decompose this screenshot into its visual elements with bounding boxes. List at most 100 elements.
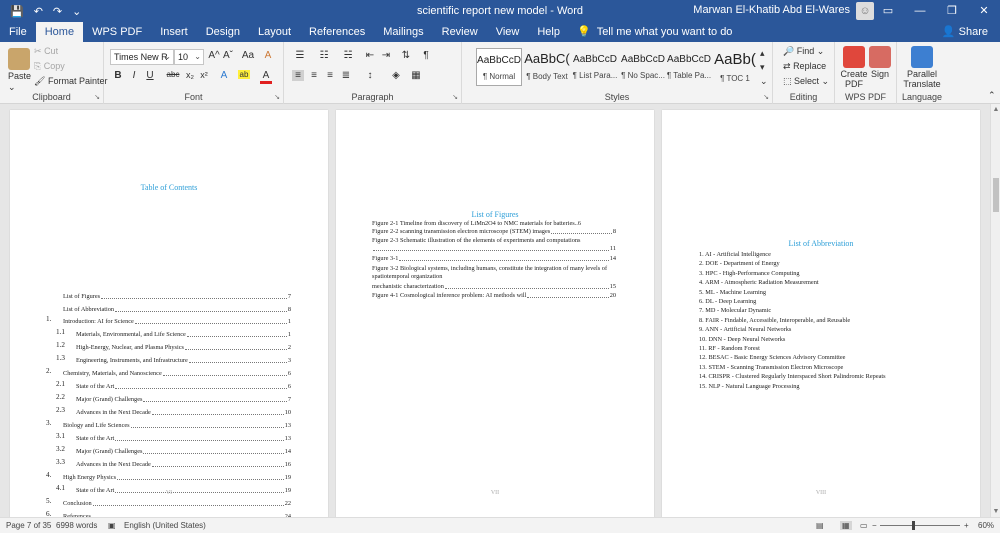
cut-button[interactable]: ✂ Cut: [34, 46, 58, 57]
toc-entry[interactable]: Biology and Life Sciences 13: [63, 422, 291, 430]
align-right-icon[interactable]: ≡: [324, 70, 336, 81]
lof-line[interactable]: Figure 2-1 Timeline from discovery of Li…: [372, 220, 616, 228]
italic-button[interactable]: I: [128, 70, 140, 81]
tab-file[interactable]: File: [0, 22, 36, 42]
toc-entry[interactable]: Advances in the Next Decade 10: [76, 409, 291, 417]
tab-review[interactable]: Review: [433, 22, 487, 42]
zoom-level[interactable]: 60%: [978, 521, 994, 530]
tab-design[interactable]: Design: [197, 22, 249, 42]
ribbon-display-options-icon[interactable]: ▭: [872, 0, 904, 22]
styles-scroll-down-icon[interactable]: ▾: [760, 62, 765, 73]
paste-icon[interactable]: [8, 48, 30, 70]
format-painter-button[interactable]: 🖌 Format Painter: [34, 76, 107, 87]
save-icon[interactable]: 💾: [10, 5, 24, 18]
lof-line[interactable]: Figure 2-2 scanning transmission electro…: [372, 228, 616, 236]
decrease-indent-icon[interactable]: ⇤: [364, 50, 376, 61]
read-mode-icon[interactable]: ▤: [816, 521, 824, 530]
tab-help[interactable]: Help: [528, 22, 569, 42]
close-icon[interactable]: ✕: [968, 0, 1000, 22]
page-list-of-abbreviation[interactable]: List of Abbreviation 1. AI - Artificial …: [662, 110, 980, 517]
styles-more-icon[interactable]: ⌄: [760, 76, 768, 87]
toc-entry[interactable]: Major (Grand) Challenges 7: [76, 396, 291, 404]
collapse-ribbon-icon[interactable]: ⌃: [988, 90, 996, 101]
abbreviation-item[interactable]: 10. DNN - Deep Neural Networks: [699, 335, 785, 344]
tab-insert[interactable]: Insert: [151, 22, 197, 42]
text-effects-button[interactable]: A: [218, 70, 230, 81]
customize-qat-icon[interactable]: ⌄: [72, 5, 81, 18]
toc-entry[interactable]: Chemistry, Materials, and Nanoscience 6: [63, 370, 291, 378]
bullets-icon[interactable]: ☰: [290, 50, 310, 61]
style-body-text[interactable]: AaBbC( ¶ Body Text: [524, 48, 570, 86]
styles-scroll-up-icon[interactable]: ▴: [760, 48, 765, 59]
style-toc-1[interactable]: AaBb( ¶ TOC 1: [712, 48, 758, 86]
tab-wps-pdf[interactable]: WPS PDF: [83, 22, 151, 42]
style-no-spacing[interactable]: AaBbCcD ¶ No Spac...: [620, 48, 666, 86]
document-area[interactable]: Table of Contents List of Figures 7 List o…: [0, 104, 990, 517]
clipboard-launcher-icon[interactable]: ↘: [94, 93, 100, 101]
lof-line[interactable]: Figure 2-3 Schematic illustration of the…: [372, 237, 616, 245]
change-case-button[interactable]: Aa: [240, 50, 256, 61]
parallel-translate-button[interactable]: Parallel Translate: [899, 69, 945, 89]
zoom-out-button[interactable]: −: [872, 521, 877, 530]
abbreviation-item[interactable]: 8. FAIR - Findable, Accessible, Interope…: [699, 316, 850, 325]
scroll-thumb[interactable]: [993, 178, 999, 212]
numbering-icon[interactable]: ☷: [314, 50, 334, 61]
shrink-font-button[interactable]: Aˇ: [222, 50, 234, 61]
sign-icon[interactable]: [869, 46, 891, 68]
increase-indent-icon[interactable]: ⇥: [380, 50, 392, 61]
highlight-button[interactable]: ab: [238, 70, 250, 79]
lof-line[interactable]: Figure 4-1 Cosmological inference proble…: [372, 292, 616, 300]
font-name-combo[interactable]: Times New R ⌄: [110, 49, 174, 65]
toc-entry[interactable]: Materials, Environmental, and Life Scien…: [76, 331, 291, 339]
vertical-scrollbar[interactable]: ▲ ▼: [990, 104, 1000, 517]
grow-font-button[interactable]: A^: [208, 50, 220, 61]
scroll-up-icon[interactable]: ▲: [991, 106, 1000, 113]
tab-mailings[interactable]: Mailings: [374, 22, 432, 42]
sign-button[interactable]: Sign: [871, 69, 889, 79]
translate-icon[interactable]: [911, 46, 933, 68]
abbreviation-item[interactable]: 15. NLP - Natural Language Processing: [699, 382, 800, 391]
toc-entry[interactable]: Conclusion 22: [63, 500, 291, 508]
lof-line[interactable]: Figure 3-2 Biological systems, including…: [372, 265, 616, 281]
page-toc[interactable]: Table of Contents List of Figures 7 List o…: [10, 110, 328, 517]
find-button[interactable]: 🔎 Find ⌄: [783, 46, 824, 57]
align-left-icon[interactable]: ≡: [292, 70, 304, 81]
abbreviation-item[interactable]: 14. CRISPR - Clustered Regularly Intersp…: [699, 372, 886, 381]
page-count[interactable]: Page 7 of 35: [6, 521, 51, 530]
user-name[interactable]: Marwan El-Khatib Abd El-Wares: [693, 4, 850, 16]
underline-button[interactable]: U: [144, 70, 156, 81]
replace-button[interactable]: ⇄ Replace: [783, 61, 826, 72]
abbreviation-item[interactable]: 4. ARM - Atmospheric Radiation Measureme…: [699, 278, 819, 287]
abbreviation-item[interactable]: 5. ML - Machine Learning: [699, 288, 766, 297]
multilevel-list-icon[interactable]: ☵: [338, 50, 358, 61]
sort-icon[interactable]: ⇅: [400, 50, 412, 61]
toc-entry[interactable]: List of Abbreviation 8: [63, 306, 291, 314]
web-layout-icon[interactable]: ▭: [860, 521, 868, 530]
lof-line[interactable]: Figure 3-1 14: [372, 255, 616, 263]
toc-entry[interactable]: High-Energy, Nuclear, and Plasma Physics…: [76, 344, 291, 352]
share-button[interactable]: 👤 Share: [942, 22, 988, 42]
select-button[interactable]: ⬚ Select ⌄: [783, 76, 829, 87]
align-center-icon[interactable]: ≡: [308, 70, 320, 81]
paragraph-launcher-icon[interactable]: ↘: [452, 93, 458, 101]
tab-layout[interactable]: Layout: [249, 22, 300, 42]
create-pdf-button[interactable]: Create PDF: [839, 69, 869, 89]
abbreviation-item[interactable]: 6. DL - Deep Learning: [699, 297, 756, 306]
toc-entry[interactable]: Engineering, Instruments, and Infrastruc…: [76, 357, 291, 365]
font-size-combo[interactable]: 10 ⌄: [174, 49, 204, 65]
abbreviation-item[interactable]: 7. MD - Molecular Dynamic: [699, 306, 771, 315]
minimize-icon[interactable]: —: [904, 0, 936, 22]
toc-entry[interactable]: State of the Art 6: [76, 383, 291, 391]
toc-entry[interactable]: Advances in the Next Decade 16: [76, 461, 291, 469]
tab-references[interactable]: References: [300, 22, 374, 42]
tab-home[interactable]: Home: [35, 22, 84, 42]
line-spacing-icon[interactable]: ↕: [364, 70, 376, 81]
tab-view[interactable]: View: [487, 22, 529, 42]
language-status[interactable]: English (United States): [124, 521, 206, 530]
shading-icon[interactable]: ◈: [390, 70, 402, 81]
clear-formatting-button[interactable]: A: [262, 50, 274, 61]
strikethrough-button[interactable]: abc: [164, 70, 182, 79]
abbreviation-item[interactable]: 9. ANN - Artificial Neural Networks: [699, 325, 791, 334]
redo-icon[interactable]: ↷: [53, 5, 62, 18]
create-pdf-icon[interactable]: [843, 46, 865, 68]
